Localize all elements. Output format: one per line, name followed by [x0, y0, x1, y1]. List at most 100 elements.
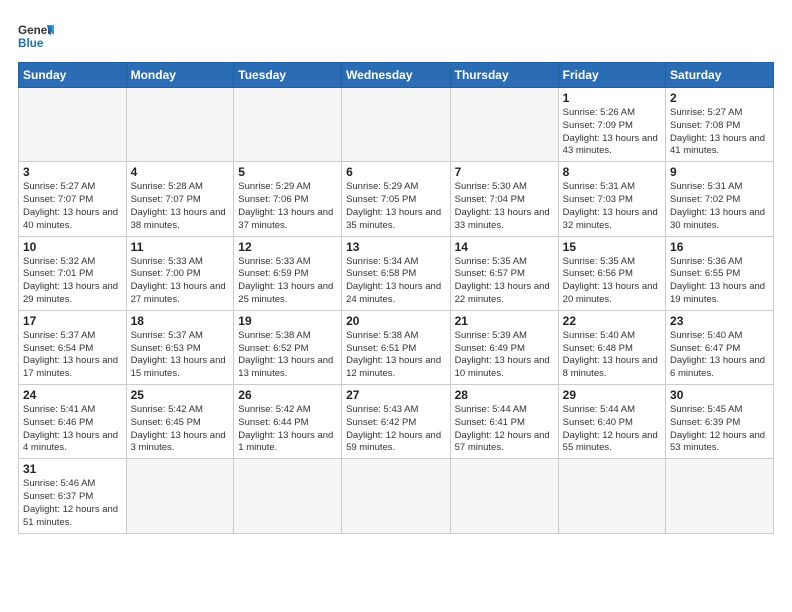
- day-number: 25: [131, 388, 230, 402]
- calendar-cell: [342, 88, 451, 162]
- day-info: Sunrise: 5:27 AM Sunset: 7:07 PM Dayligh…: [23, 181, 122, 232]
- day-number: 2: [670, 91, 769, 105]
- day-number: 26: [238, 388, 337, 402]
- day-number: 13: [346, 240, 446, 254]
- calendar-cell: [126, 88, 234, 162]
- calendar-cell: 29 Sunrise: 5:44 AM Sunset: 6:40 PM Dayli…: [558, 385, 665, 459]
- calendar-cell: [450, 459, 558, 533]
- calendar-cell: 18Sunrise: 5:37 AM Sunset: 6:53 PM Dayli…: [126, 310, 234, 384]
- calendar-cell: 3Sunrise: 5:27 AM Sunset: 7:07 PM Daylig…: [19, 162, 127, 236]
- calendar-cell: [19, 88, 127, 162]
- day-info: Sunrise: 5:36 AM Sunset: 6:55 PM Dayligh…: [670, 256, 769, 307]
- day-info: Sunrise: 5:44 AM Sunset: 6:40 PM Dayligh…: [563, 404, 661, 455]
- day-info: Sunrise: 5:33 AM Sunset: 6:59 PM Dayligh…: [238, 256, 337, 307]
- day-info: Sunrise: 5:41 AM Sunset: 6:46 PM Dayligh…: [23, 404, 122, 455]
- day-number: 21: [455, 314, 554, 328]
- calendar-cell: 13 Sunrise: 5:34 AM Sunset: 6:58 PM Dayli…: [342, 236, 451, 310]
- day-number: 9: [670, 165, 769, 179]
- calendar-cell: 6 Sunrise: 5:29 AM Sunset: 7:05 PM Daylig…: [342, 162, 451, 236]
- day-number: 11: [131, 240, 230, 254]
- calendar-cell: 12 Sunrise: 5:33 AM Sunset: 6:59 PM Dayli…: [234, 236, 342, 310]
- calendar-cell: 21 Sunrise: 5:39 AM Sunset: 6:49 PM Dayli…: [450, 310, 558, 384]
- day-number: 5: [238, 165, 337, 179]
- day-info: Sunrise: 5:28 AM Sunset: 7:07 PM Dayligh…: [131, 181, 230, 232]
- day-info: Sunrise: 5:37 AM Sunset: 6:54 PM Dayligh…: [23, 330, 122, 381]
- day-info: Sunrise: 5:31 AM Sunset: 7:02 PM Dayligh…: [670, 181, 769, 232]
- day-number: 6: [346, 165, 446, 179]
- day-number: 1: [563, 91, 661, 105]
- day-number: 23: [670, 314, 769, 328]
- day-number: 16: [670, 240, 769, 254]
- calendar-cell: 25 Sunrise: 5:42 AM Sunset: 6:45 PM Dayli…: [126, 385, 234, 459]
- header: General Blue: [18, 18, 774, 54]
- calendar-cell: 19Sunrise: 5:38 AM Sunset: 6:52 PM Dayli…: [234, 310, 342, 384]
- calendar-cell: [666, 459, 774, 533]
- weekday-header-thursday: Thursday: [450, 63, 558, 88]
- calendar-cell: 10 Sunrise: 5:32 AM Sunset: 7:01 PM Dayli…: [19, 236, 127, 310]
- day-info: Sunrise: 5:29 AM Sunset: 7:05 PM Dayligh…: [346, 181, 446, 232]
- day-info: Sunrise: 5:42 AM Sunset: 6:44 PM Dayligh…: [238, 404, 337, 455]
- day-info: Sunrise: 5:37 AM Sunset: 6:53 PM Dayligh…: [131, 330, 230, 381]
- calendar-cell: [234, 88, 342, 162]
- day-number: 15: [563, 240, 661, 254]
- day-info: Sunrise: 5:32 AM Sunset: 7:01 PM Dayligh…: [23, 256, 122, 307]
- svg-text:Blue: Blue: [18, 37, 44, 50]
- day-number: 17: [23, 314, 122, 328]
- day-info: Sunrise: 5:38 AM Sunset: 6:51 PM Dayligh…: [346, 330, 446, 381]
- calendar-cell: 26 Sunrise: 5:42 AM Sunset: 6:44 PM Dayli…: [234, 385, 342, 459]
- weekday-header-friday: Friday: [558, 63, 665, 88]
- day-number: 10: [23, 240, 122, 254]
- day-number: 12: [238, 240, 337, 254]
- calendar-cell: 24 Sunrise: 5:41 AM Sunset: 6:46 PM Dayli…: [19, 385, 127, 459]
- calendar: SundayMondayTuesdayWednesdayThursdayFrid…: [18, 62, 774, 534]
- calendar-cell: 22 Sunrise: 5:40 AM Sunset: 6:48 PM Dayli…: [558, 310, 665, 384]
- calendar-cell: 27Sunrise: 5:43 AM Sunset: 6:42 PM Dayli…: [342, 385, 451, 459]
- logo: General Blue: [18, 18, 54, 54]
- day-info: Sunrise: 5:29 AM Sunset: 7:06 PM Dayligh…: [238, 181, 337, 232]
- calendar-cell: 28 Sunrise: 5:44 AM Sunset: 6:41 PM Dayli…: [450, 385, 558, 459]
- calendar-cell: 16 Sunrise: 5:36 AM Sunset: 6:55 PM Dayli…: [666, 236, 774, 310]
- day-number: 20: [346, 314, 446, 328]
- day-number: 7: [455, 165, 554, 179]
- calendar-cell: 31 Sunrise: 5:46 AM Sunset: 6:37 PM Dayli…: [19, 459, 127, 533]
- calendar-cell: 30 Sunrise: 5:45 AM Sunset: 6:39 PM Dayli…: [666, 385, 774, 459]
- day-number: 30: [670, 388, 769, 402]
- weekday-header-wednesday: Wednesday: [342, 63, 451, 88]
- day-info: Sunrise: 5:44 AM Sunset: 6:41 PM Dayligh…: [455, 404, 554, 455]
- day-number: 27: [346, 388, 446, 402]
- weekday-header-tuesday: Tuesday: [234, 63, 342, 88]
- day-number: 31: [23, 462, 122, 476]
- logo-icon: General Blue: [18, 18, 54, 54]
- day-info: Sunrise: 5:27 AM Sunset: 7:08 PM Dayligh…: [670, 107, 769, 158]
- calendar-cell: 17 Sunrise: 5:37 AM Sunset: 6:54 PM Dayli…: [19, 310, 127, 384]
- calendar-cell: 14 Sunrise: 5:35 AM Sunset: 6:57 PM Dayli…: [450, 236, 558, 310]
- day-info: Sunrise: 5:34 AM Sunset: 6:58 PM Dayligh…: [346, 256, 446, 307]
- day-info: Sunrise: 5:42 AM Sunset: 6:45 PM Dayligh…: [131, 404, 230, 455]
- day-info: Sunrise: 5:35 AM Sunset: 6:57 PM Dayligh…: [455, 256, 554, 307]
- day-info: Sunrise: 5:45 AM Sunset: 6:39 PM Dayligh…: [670, 404, 769, 455]
- day-number: 24: [23, 388, 122, 402]
- day-number: 19: [238, 314, 337, 328]
- weekday-header-sunday: Sunday: [19, 63, 127, 88]
- day-info: Sunrise: 5:40 AM Sunset: 6:48 PM Dayligh…: [563, 330, 661, 381]
- day-info: Sunrise: 5:46 AM Sunset: 6:37 PM Dayligh…: [23, 478, 122, 529]
- day-info: Sunrise: 5:33 AM Sunset: 7:00 PM Dayligh…: [131, 256, 230, 307]
- calendar-cell: [342, 459, 451, 533]
- day-info: Sunrise: 5:26 AM Sunset: 7:09 PM Dayligh…: [563, 107, 661, 158]
- calendar-cell: 4Sunrise: 5:28 AM Sunset: 7:07 PM Daylig…: [126, 162, 234, 236]
- day-number: 29: [563, 388, 661, 402]
- calendar-cell: 2 Sunrise: 5:27 AM Sunset: 7:08 PM Daylig…: [666, 88, 774, 162]
- calendar-cell: [558, 459, 665, 533]
- calendar-cell: 7Sunrise: 5:30 AM Sunset: 7:04 PM Daylig…: [450, 162, 558, 236]
- day-number: 14: [455, 240, 554, 254]
- day-number: 22: [563, 314, 661, 328]
- calendar-cell: 15 Sunrise: 5:35 AM Sunset: 6:56 PM Dayli…: [558, 236, 665, 310]
- day-info: Sunrise: 5:31 AM Sunset: 7:03 PM Dayligh…: [563, 181, 661, 232]
- day-info: Sunrise: 5:39 AM Sunset: 6:49 PM Dayligh…: [455, 330, 554, 381]
- day-number: 28: [455, 388, 554, 402]
- calendar-cell: [126, 459, 234, 533]
- day-info: Sunrise: 5:35 AM Sunset: 6:56 PM Dayligh…: [563, 256, 661, 307]
- calendar-cell: 8Sunrise: 5:31 AM Sunset: 7:03 PM Daylig…: [558, 162, 665, 236]
- calendar-cell: 9 Sunrise: 5:31 AM Sunset: 7:02 PM Daylig…: [666, 162, 774, 236]
- weekday-header-row: SundayMondayTuesdayWednesdayThursdayFrid…: [19, 63, 774, 88]
